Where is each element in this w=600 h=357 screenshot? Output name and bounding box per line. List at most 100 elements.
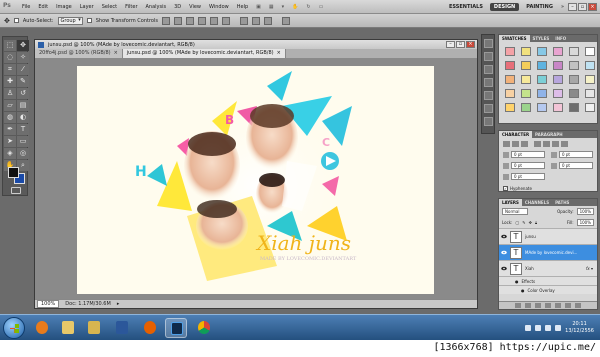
space-after-value[interactable]: 0 pt (511, 173, 545, 180)
distribute-middle-icon[interactable] (251, 16, 260, 25)
hyphenate-checkbox[interactable]: ✓ (503, 186, 508, 191)
effects-eye-icon[interactable]: ● (515, 279, 519, 284)
indent-first-field[interactable]: 0 pt (503, 162, 545, 169)
color-swatch[interactable] (553, 103, 563, 112)
taskbar-word[interactable] (111, 318, 133, 338)
layer-name[interactable]: MAde by lovecomic.devi... (525, 250, 577, 255)
menu-file[interactable]: File (18, 4, 34, 10)
3d-rotate-tool-icon[interactable]: ◈ (4, 148, 16, 159)
indent-first-value[interactable]: 0 pt (511, 162, 545, 169)
distribute-bottom-icon[interactable] (263, 16, 272, 25)
color-swatch[interactable] (553, 89, 563, 98)
hand-tool-icon[interactable]: ✋ (288, 4, 302, 10)
taskbar-explorer[interactable] (57, 318, 79, 338)
fill-field[interactable]: 100% (576, 219, 594, 226)
tray-network-icon[interactable] (535, 325, 542, 331)
tab-paragraph[interactable]: PARAGRAPH (532, 131, 566, 138)
blend-mode-dropdown[interactable]: Normal (502, 208, 529, 215)
color-swatch[interactable] (569, 61, 579, 70)
tab-swatches[interactable]: SWATCHES (499, 35, 530, 42)
auto-select-dropdown[interactable]: Group (57, 16, 83, 25)
workspace-painting[interactable]: PAINTING (522, 3, 557, 11)
actions-panel-icon[interactable] (483, 52, 493, 61)
menu-select[interactable]: Select (98, 4, 121, 10)
align-top-icon[interactable] (161, 16, 170, 25)
space-before-value[interactable]: 0 pt (559, 162, 593, 169)
color-overlay-eye-icon[interactable]: ● (521, 288, 525, 293)
layer-effects-row[interactable]: ● Effects (499, 276, 597, 285)
color-swatch[interactable] (505, 103, 515, 112)
screen-mode-icon[interactable]: ▭ (315, 4, 328, 10)
document-info[interactable]: Doc: 1.17M/30.6M (65, 301, 111, 307)
indent-right-field[interactable]: 0 pt (551, 151, 593, 158)
adjustments-panel-icon[interactable] (483, 117, 493, 126)
align-right-icon[interactable] (221, 16, 230, 25)
color-swatch[interactable] (521, 89, 531, 98)
quick-mask-icon[interactable] (11, 187, 21, 194)
align-middle-icon[interactable] (173, 16, 182, 25)
menu-layer[interactable]: Layer (76, 4, 98, 10)
lock-position-icon[interactable]: ✥ (529, 220, 532, 225)
auto-select-checkbox[interactable] (13, 18, 19, 23)
menu-help[interactable]: Help (233, 4, 252, 10)
layer-effects-icon[interactable]: fx ▾ (586, 266, 593, 271)
document-close-button[interactable]: × (466, 41, 475, 48)
system-clock[interactable]: 20:11 13/12/2556 (565, 321, 594, 335)
tray-language-icon[interactable] (525, 325, 532, 331)
color-swatch[interactable] (585, 47, 595, 56)
justify-last-center-icon[interactable] (543, 141, 550, 147)
tab-close-icon[interactable]: × (277, 50, 281, 57)
color-swatch[interactable] (569, 103, 579, 112)
align-right-icon[interactable] (521, 141, 528, 147)
taskbar-chrome[interactable] (193, 318, 215, 338)
justify-last-right-icon[interactable] (552, 141, 559, 147)
move-tool-icon[interactable]: ✥ (4, 17, 10, 25)
tab-styles[interactable]: STYLES (530, 35, 553, 42)
delete-layer-icon[interactable] (575, 303, 581, 308)
opacity-field[interactable]: 100% (576, 208, 594, 215)
align-center-icon[interactable] (209, 16, 218, 25)
navigator-panel-icon[interactable] (483, 65, 493, 74)
visibility-eye-icon[interactable] (501, 250, 507, 255)
document-restore-button[interactable]: ▫ (456, 41, 465, 48)
menu-window[interactable]: Window (205, 4, 233, 10)
align-center-icon[interactable] (512, 141, 519, 147)
justify-last-left-icon[interactable] (534, 141, 541, 147)
menu-filter[interactable]: Filter (121, 4, 141, 10)
zoom-level-icon[interactable]: ▾ (278, 4, 289, 10)
auto-align-icon[interactable] (281, 16, 290, 25)
clone-stamp-tool-icon[interactable]: ♙ (4, 88, 16, 99)
align-left-icon[interactable] (197, 16, 206, 25)
tab-paths[interactable]: PATHS (552, 199, 572, 206)
add-mask-icon[interactable] (535, 303, 541, 308)
tab-info[interactable]: INFO (552, 35, 569, 42)
align-bottom-icon[interactable] (185, 16, 194, 25)
color-swatch[interactable] (537, 61, 547, 70)
indent-left-value[interactable]: 0 pt (511, 151, 545, 158)
document-minimize-button[interactable]: – (446, 41, 455, 48)
tray-flag-icon[interactable] (555, 325, 562, 331)
color-swatch[interactable] (569, 75, 579, 84)
workspace-more-icon[interactable]: » (557, 4, 568, 10)
tray-volume-icon[interactable] (545, 325, 552, 331)
color-swatch[interactable] (585, 89, 595, 98)
workspace-essentials[interactable]: ESSENTIALS (445, 3, 487, 11)
color-swatch[interactable] (505, 89, 515, 98)
tab-channels[interactable]: CHANNELS (522, 199, 552, 206)
color-swatch[interactable] (553, 61, 563, 70)
artwork-canvas[interactable]: H B C Xiah juns MADE BY LOVECOMIC.DEVIAN… (77, 66, 434, 294)
path-selection-tool-icon[interactable]: ➤ (4, 136, 16, 147)
start-button[interactable] (3, 317, 25, 339)
lasso-tool-icon[interactable]: ◌ (4, 52, 16, 63)
indent-left-field[interactable]: 0 pt (503, 151, 545, 158)
tab-20ffo4j[interactable]: 20ffo4j.psd @ 100% (RGB/8) × (35, 49, 123, 58)
zoom-field[interactable]: 100% (37, 300, 60, 308)
lock-transparency-icon[interactable]: ▢ (515, 220, 519, 225)
move-tool-icon[interactable]: ✥ (17, 40, 29, 51)
tab-close-icon[interactable]: × (114, 50, 118, 57)
color-swatch[interactable] (537, 47, 547, 56)
color-swatch[interactable] (505, 75, 515, 84)
close-button[interactable]: × (588, 2, 597, 11)
menu-view[interactable]: View (185, 4, 205, 10)
eyedropper-tool-icon[interactable]: ⁄ (17, 64, 29, 75)
